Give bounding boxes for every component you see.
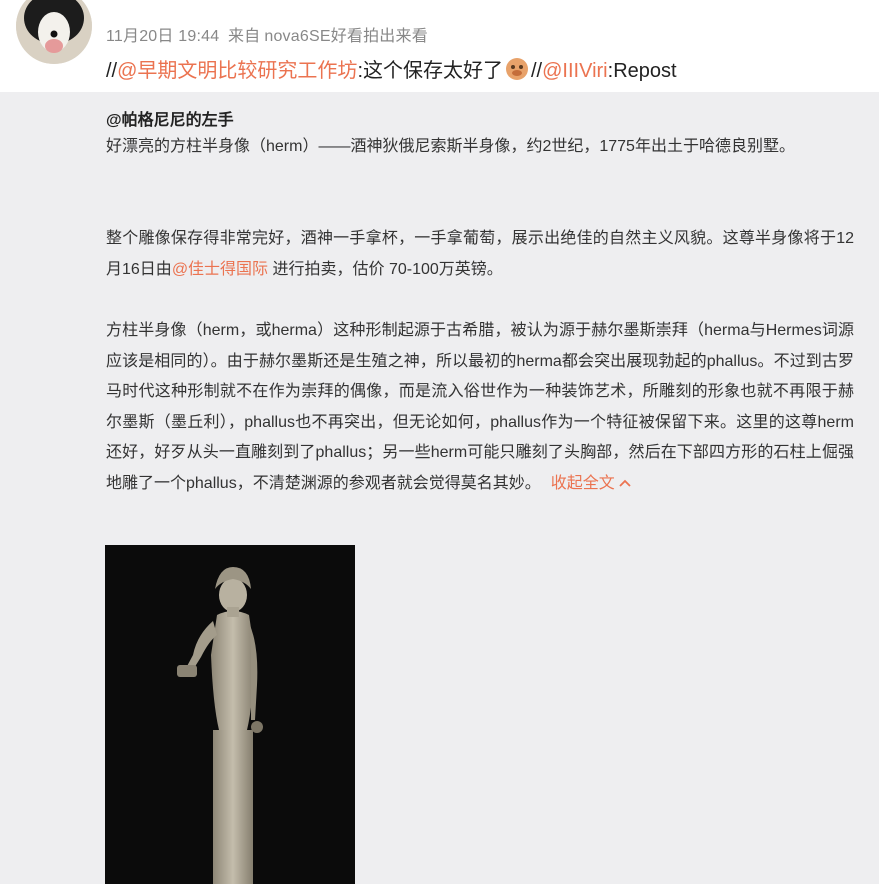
mention-link[interactable]: @早期文明比较研究工作坊	[117, 60, 357, 82]
collapse-label: 收起全文	[550, 474, 615, 492]
quoted-paragraph-2: 整个雕像保存得非常完好，酒神一手拿杯，一手拿葡萄，展示出绝佳的自然主义风貌。这尊…	[106, 224, 854, 285]
paragraph-text: 进行拍卖，估价 70-100万英镑。	[268, 260, 503, 278]
paragraph-text: 方柱半身像（herm，或herma）这种形制起源于古希腊，被认为源于赫尔墨斯崇拜…	[106, 322, 854, 492]
repost-separator: //	[106, 60, 118, 82]
mention-link[interactable]: @IIIViri	[542, 60, 608, 82]
timestamp[interactable]: 11月20日 19:44	[106, 28, 219, 45]
avatar[interactable]	[16, 0, 92, 64]
repost-separator: //	[531, 60, 543, 82]
quoted-post: @帕格尼尼的左手 好漂亮的方柱半身像（herm）——酒神狄俄尼索斯半身像，约2世…	[0, 92, 879, 884]
quoted-author[interactable]: @帕格尼尼的左手	[106, 106, 234, 130]
collapse-button[interactable]: 收起全文	[551, 475, 631, 492]
source-device: nova6SE好看拍出来看	[264, 28, 428, 45]
repost-comment: Repost	[613, 60, 677, 82]
repost-header: 11月20日 19:44 来自 nova6SE好看拍出来看 //@早期文明比较研究…	[0, 0, 879, 92]
doge-icon	[505, 57, 529, 81]
repost-text: //@早期文明比较研究工作坊:这个保存太好了//@IIIViri:Repost	[106, 54, 677, 83]
mention-link[interactable]: @佳士得国际	[172, 261, 268, 278]
username-faded	[106, 0, 110, 8]
chevron-up-icon	[619, 475, 631, 492]
repost-comment: 这个保存太好了	[363, 60, 503, 82]
post-image[interactable]	[105, 545, 355, 884]
source-prefix: 来自	[227, 28, 261, 45]
post-meta: 11月20日 19:44 来自 nova6SE好看拍出来看	[106, 22, 432, 46]
quoted-paragraph-3: 方柱半身像（herm，或herma）这种形制起源于古希腊，被认为源于赫尔墨斯崇拜…	[106, 316, 854, 499]
quoted-paragraph-1: 好漂亮的方柱半身像（herm）——酒神狄俄尼索斯半身像，约2世纪，1775年出土…	[106, 138, 795, 155]
